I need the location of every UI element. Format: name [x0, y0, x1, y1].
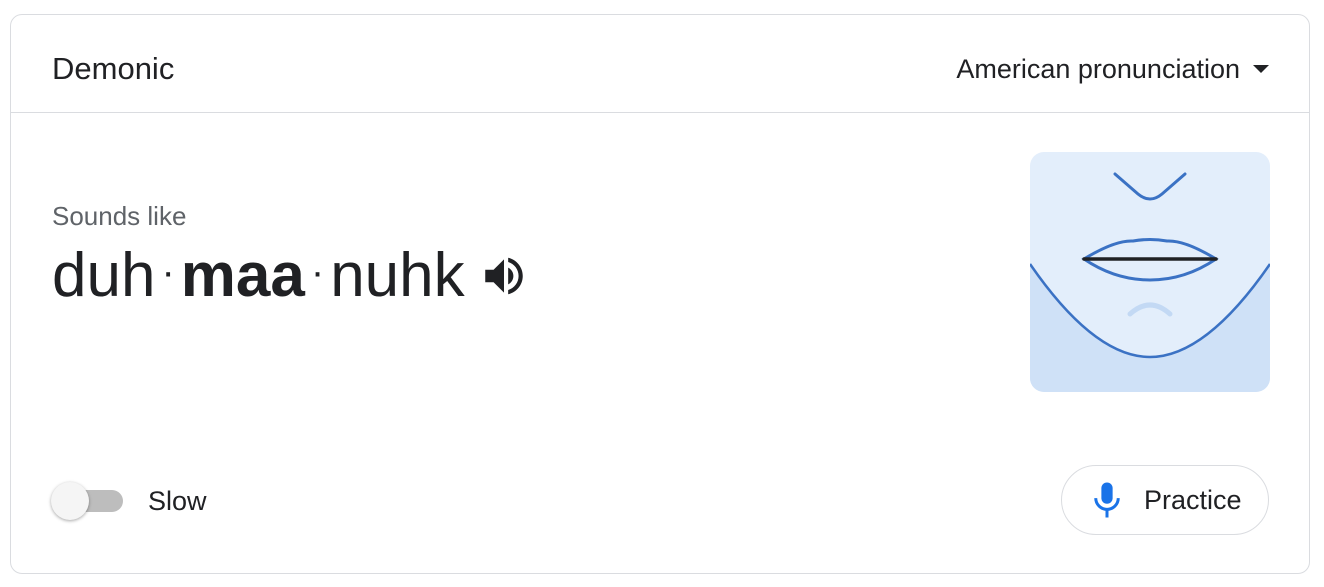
- practice-button[interactable]: Practice: [1061, 465, 1269, 535]
- mic-icon: [1094, 482, 1120, 518]
- pronunciation-card: Demonic American pronunciation Sounds li…: [10, 14, 1310, 574]
- speaker-icon[interactable]: [479, 251, 529, 301]
- syllable-separator: ·: [161, 250, 175, 294]
- sounds-like-label: Sounds like: [52, 201, 187, 231]
- slow-toggle[interactable]: [51, 482, 125, 520]
- syllable-stressed: maa: [180, 241, 305, 310]
- accent-label: American pronunciation: [956, 54, 1240, 84]
- slow-label: Slow: [148, 486, 207, 516]
- syllable-separator: ·: [310, 250, 325, 294]
- chevron-down-icon: [1253, 65, 1269, 73]
- toggle-knob: [51, 482, 89, 520]
- accent-dropdown[interactable]: American pronunciation: [956, 53, 1269, 85]
- mouth-illustration: [1030, 152, 1270, 392]
- word-title: Demonic: [52, 51, 175, 86]
- practice-label: Practice: [1144, 485, 1242, 515]
- card-header: Demonic American pronunciation: [11, 15, 1309, 113]
- phonetic-spelling: duh · maa · nuhk: [52, 241, 529, 311]
- syllable: nuhk: [330, 241, 465, 310]
- syllable: duh: [52, 241, 156, 310]
